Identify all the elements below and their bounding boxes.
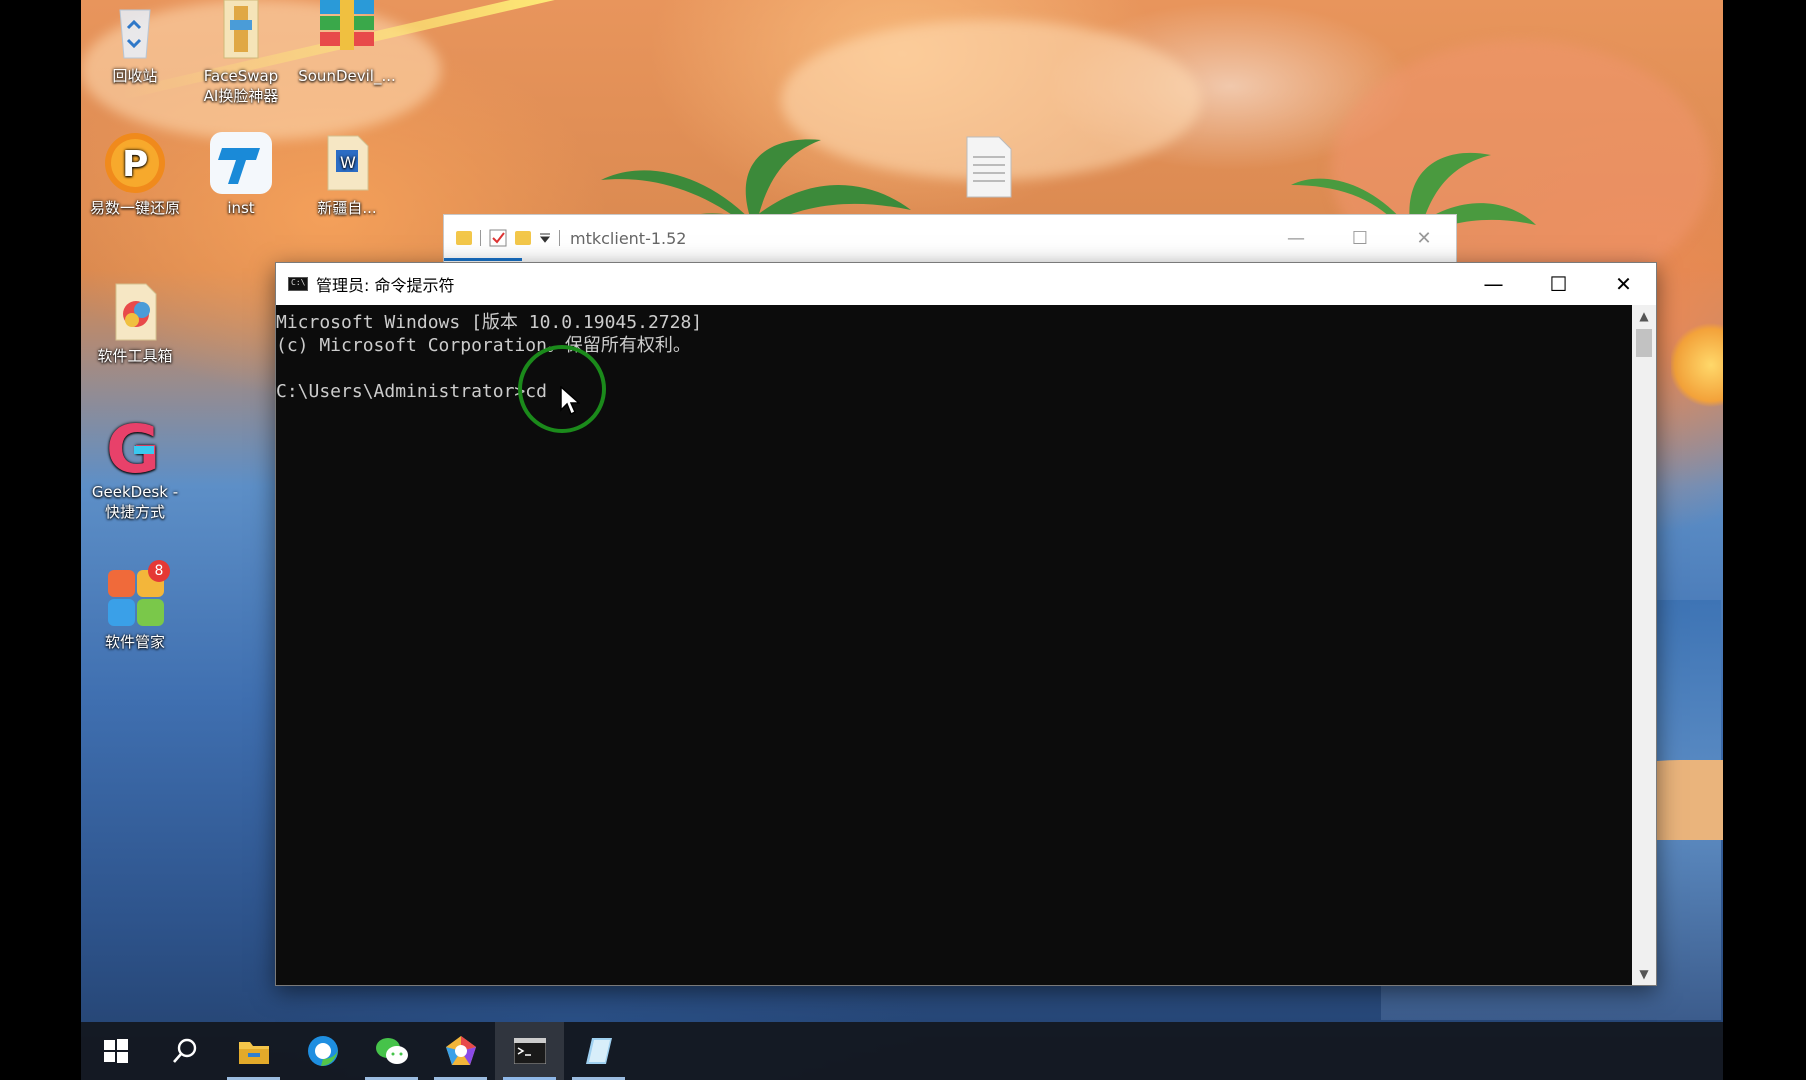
geekdesk-icon: G	[104, 411, 166, 488]
software-manager-icon: 8	[104, 560, 170, 628]
svg-text:W: W	[340, 153, 356, 172]
mouse-pointer-icon	[560, 386, 580, 416]
soundevil-icon	[316, 0, 378, 62]
cmd-close-button[interactable]: ✕	[1591, 263, 1656, 305]
search-icon	[172, 1038, 196, 1063]
cmd-icon	[513, 1038, 546, 1064]
colorful-app-icon	[445, 1036, 476, 1065]
notification-badge: 8	[148, 560, 170, 582]
cmd-title: 管理员: 命令提示符	[316, 276, 455, 295]
console-line: (c) Microsoft Corporation。保留所有权利。	[276, 335, 691, 356]
scroll-up-arrow-icon[interactable]: ▲	[1632, 305, 1656, 327]
taskbar-wechat[interactable]	[357, 1022, 426, 1080]
cmd-icon-text: C:\	[291, 278, 306, 287]
desktop-icon-label: 软件管家	[104, 633, 165, 651]
cmd-titlebar[interactable]: C:\ 管理员: 命令提示符 — ☐ ✕	[276, 263, 1656, 305]
taskbar-notepad[interactable]	[564, 1022, 633, 1080]
faceswap-icon	[210, 0, 272, 62]
scrollbar-thumb[interactable]	[1636, 329, 1652, 357]
text-file-icon	[966, 136, 1012, 198]
console-prompt-line[interactable]: C:\Users\Administrator>cd	[276, 380, 1632, 403]
taskbar	[81, 1022, 1723, 1080]
svg-text:P: P	[122, 144, 148, 185]
inst-icon	[210, 132, 272, 194]
edge-browser-icon	[307, 1036, 338, 1066]
taskbar-colorful-app[interactable]	[426, 1022, 495, 1080]
taskbar-edge[interactable]	[288, 1022, 357, 1080]
separator	[559, 230, 560, 246]
desktop-icon-faceswap[interactable]: FaceSwap AI换脸神器	[191, 0, 291, 106]
desktop-icon-label: SounDevil_...	[298, 67, 396, 85]
wallpaper-flower	[1671, 320, 1723, 410]
easy-restore-icon: P	[104, 132, 166, 194]
desktop-icon-software-manager[interactable]: 8 软件管家	[85, 560, 185, 652]
explorer-title: mtkclient-1.52	[570, 228, 687, 248]
explorer-maximize-button[interactable]: ☐	[1328, 215, 1392, 261]
wechat-icon	[375, 1038, 408, 1064]
scroll-down-arrow-icon[interactable]: ▼	[1632, 963, 1656, 985]
explorer-close-button[interactable]: ✕	[1392, 215, 1456, 261]
ribbon-file-tab-indicator	[444, 258, 522, 261]
desktop-icon-label: FaceSwap AI换脸神器	[203, 67, 279, 105]
desktop-icon-label: 回收站	[112, 67, 158, 85]
start-button[interactable]	[81, 1022, 150, 1080]
properties-check-icon[interactable]	[489, 229, 507, 247]
desktop-icon-label: inst	[227, 199, 255, 217]
word-doc-icon: W	[316, 132, 378, 194]
desktop-icon-recycle-bin[interactable]: 回收站	[85, 0, 185, 86]
cmd-maximize-button[interactable]: ☐	[1526, 263, 1591, 305]
windows-start-icon	[103, 1039, 128, 1063]
folder-icon	[456, 231, 472, 245]
desktop-icon-toolbox[interactable]: 软件工具箱	[85, 280, 185, 366]
desktop: 回收站 FaceSwap AI换脸神器 SounDevil_... P 易数一键…	[81, 0, 1723, 1080]
desktop-icon-label: GeekDesk - 快捷方式	[91, 483, 179, 521]
desktop-icon-inst[interactable]: inst	[191, 132, 291, 218]
toolbox-icon	[104, 280, 166, 342]
desktop-icon-label: 新疆自...	[317, 199, 377, 217]
explorer-minimize-button[interactable]: —	[1264, 215, 1328, 261]
console-scrollbar[interactable]: ▲ ▼	[1632, 305, 1656, 985]
taskbar-cmd[interactable]	[495, 1022, 564, 1080]
taskbar-search-button[interactable]	[150, 1022, 219, 1080]
recycle-bin-icon	[104, 0, 166, 62]
console-output[interactable]: Microsoft Windows [版本 10.0.19045.2728] (c…	[276, 305, 1632, 985]
chevron-down-icon[interactable]	[539, 232, 551, 244]
cmd-icon: C:\	[288, 277, 308, 291]
cmd-minimize-button[interactable]: —	[1461, 263, 1526, 305]
desktop-icon-label: 易数一键还原	[89, 199, 180, 217]
taskbar-file-explorer[interactable]	[219, 1022, 288, 1080]
separator	[480, 230, 481, 246]
notepad-icon	[585, 1038, 612, 1064]
desktop-icon-word-doc[interactable]: W 新疆自...	[297, 132, 397, 218]
desktop-icon-easy-restore[interactable]: P 易数一键还原	[85, 132, 185, 218]
file-explorer-icon	[238, 1042, 269, 1064]
console-line: Microsoft Windows [版本 10.0.19045.2728]	[276, 312, 703, 333]
desktop-icon-geekdesk[interactable]: G GeekDesk - 快捷方式	[85, 411, 185, 522]
desktop-icon-label: 软件工具箱	[97, 347, 173, 365]
cmd-window[interactable]: C:\ 管理员: 命令提示符 — ☐ ✕ Microsoft Windows […	[275, 262, 1657, 986]
new-folder-icon[interactable]	[515, 231, 531, 245]
desktop-icon-soundevil[interactable]: SounDevil_...	[297, 0, 397, 86]
